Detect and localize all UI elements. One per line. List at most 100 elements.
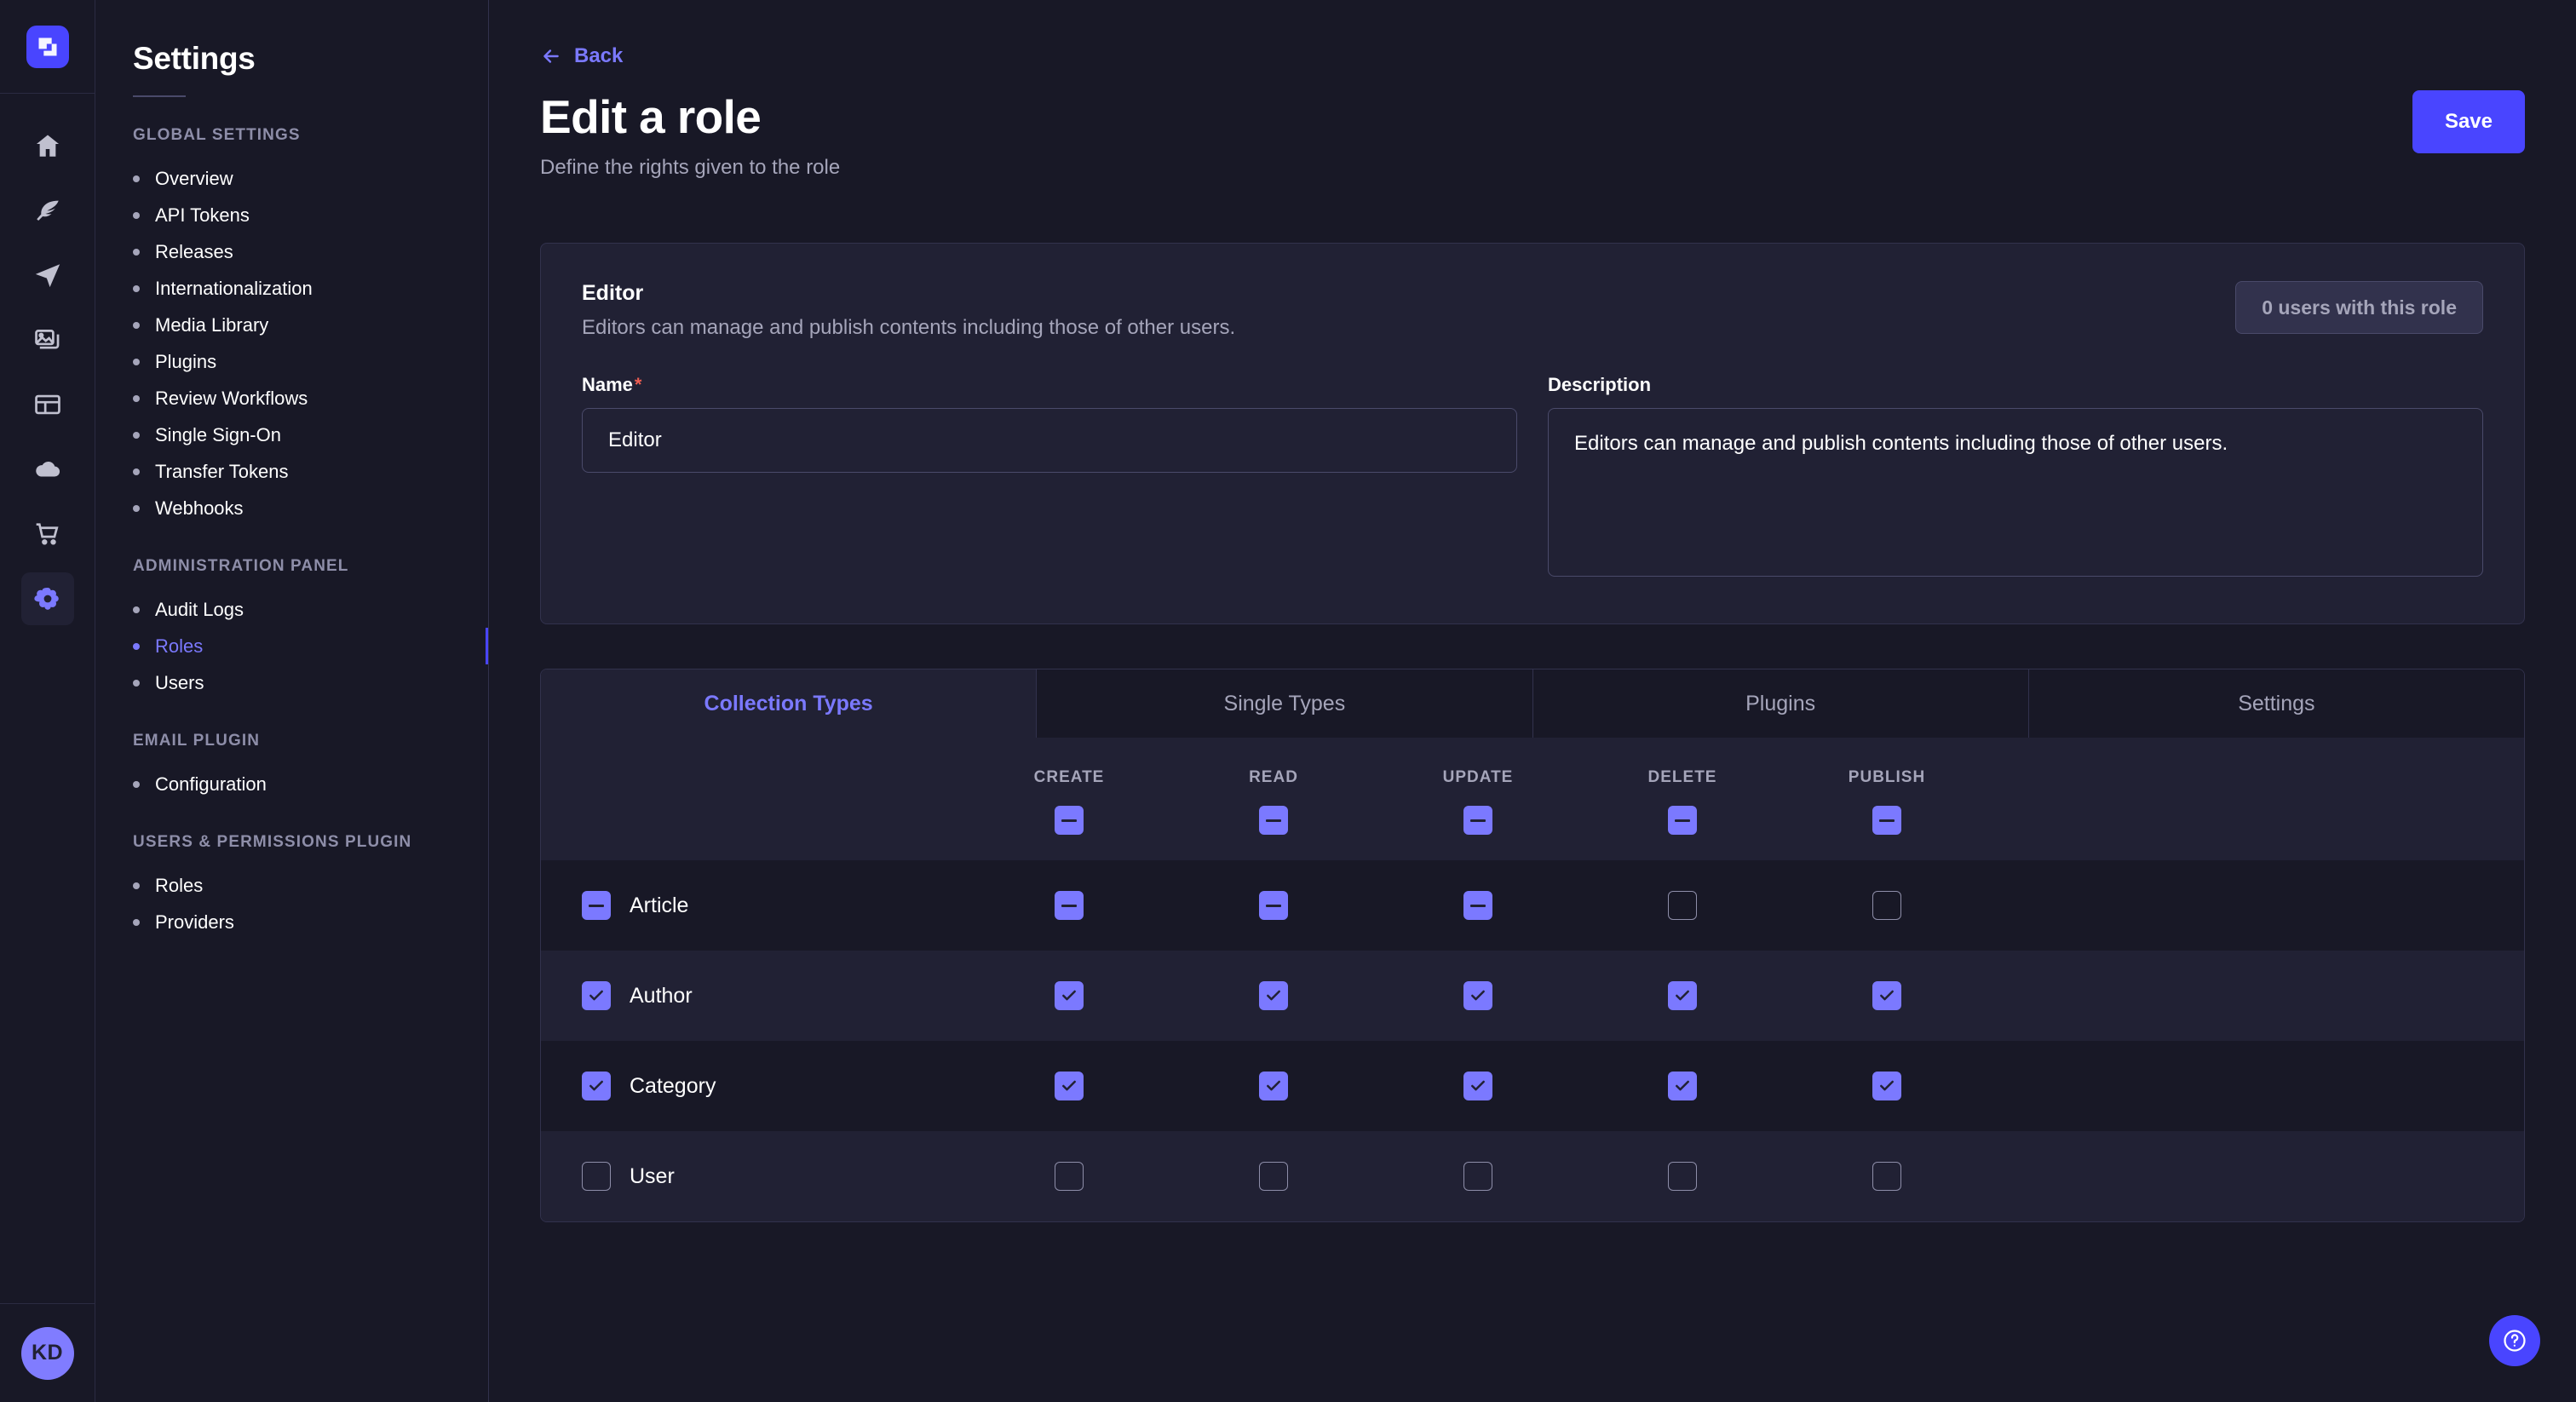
sidebar-item-api-tokens[interactable]: API Tokens — [95, 197, 488, 233]
sidebar-item-single-sign-on[interactable]: Single Sign-On — [95, 417, 488, 453]
row-checkbox-article[interactable] — [582, 891, 611, 920]
checkbox-user-publish[interactable] — [1872, 1162, 1901, 1191]
header-checkbox-read[interactable] — [1259, 806, 1288, 835]
header-checkbox-delete[interactable] — [1668, 806, 1697, 835]
checkbox-category-read[interactable] — [1259, 1072, 1288, 1100]
sidebar-item-plugins[interactable]: Plugins — [95, 343, 488, 380]
check-icon — [588, 987, 605, 1004]
header-checkbox-publish[interactable] — [1872, 806, 1901, 835]
sidebar-title: Settings — [95, 0, 488, 77]
bullet-icon — [133, 175, 140, 182]
tab-plugins[interactable]: Plugins — [1533, 669, 2029, 738]
sidebar-item-label: Transfer Tokens — [155, 461, 289, 483]
sidebar-item-media-library[interactable]: Media Library — [95, 307, 488, 343]
name-field-group: Name* — [582, 374, 1517, 581]
tab-collection-types[interactable]: Collection Types — [541, 669, 1037, 738]
sidebar-group-users-permissions-plugin: Roles Providers — [95, 867, 488, 940]
role-card-header: Editor Editors can manage and publish co… — [582, 281, 2483, 340]
row-checkbox-user[interactable] — [582, 1162, 611, 1191]
row-label: Author — [630, 984, 693, 1008]
checkbox-user-read[interactable] — [1259, 1162, 1288, 1191]
sidebar-item-webhooks[interactable]: Webhooks — [95, 490, 488, 526]
checkbox-user-delete[interactable] — [1668, 1162, 1697, 1191]
checkbox-user-update[interactable] — [1463, 1162, 1492, 1191]
rail-item-content-manager[interactable] — [21, 184, 74, 237]
save-button[interactable]: Save — [2412, 90, 2525, 153]
rail-item-cloud[interactable] — [21, 443, 74, 496]
sidebar-item-label: Plugins — [155, 351, 216, 373]
description-textarea[interactable] — [1548, 408, 2483, 577]
avatar[interactable]: KD — [21, 1327, 74, 1380]
checkbox-user-create[interactable] — [1055, 1162, 1084, 1191]
checkbox-article-create[interactable] — [1055, 891, 1084, 920]
rail-item-settings[interactable] — [21, 572, 74, 625]
checkbox-category-update[interactable] — [1463, 1072, 1492, 1100]
permissions-tablist: Collection Types Single Types Plugins Se… — [541, 669, 2524, 738]
strapi-logo-icon[interactable] — [26, 26, 69, 68]
sidebar-section-label-email-plugin: EMAIL PLUGIN — [95, 732, 488, 750]
name-input[interactable] — [582, 408, 1517, 473]
row-checkbox-author[interactable] — [582, 981, 611, 1010]
users-with-role-badge[interactable]: 0 users with this role — [2235, 281, 2483, 334]
bullet-icon — [133, 781, 140, 788]
role-form-fields: Name* Description — [582, 374, 2483, 581]
sidebar-item-releases[interactable]: Releases — [95, 233, 488, 270]
sidebar-item-overview[interactable]: Overview — [95, 160, 488, 197]
checkbox-article-delete[interactable] — [1668, 891, 1697, 920]
checkbox-category-publish[interactable] — [1872, 1072, 1901, 1100]
sidebar-item-internationalization[interactable]: Internationalization — [95, 270, 488, 307]
tab-settings[interactable]: Settings — [2029, 669, 2524, 738]
checkbox-article-update[interactable] — [1463, 891, 1492, 920]
checkbox-author-create[interactable] — [1055, 981, 1084, 1010]
sidebar-item-label: Releases — [155, 241, 233, 263]
rail-item-content-type-builder[interactable] — [21, 378, 74, 431]
header-checkbox-update[interactable] — [1463, 806, 1492, 835]
sidebar-item-label: API Tokens — [155, 204, 250, 227]
header-checkbox-create[interactable] — [1055, 806, 1084, 835]
rail-item-paper-plane[interactable] — [21, 249, 74, 302]
back-button[interactable]: Back — [540, 44, 623, 68]
action-column-publish: PUBLISH — [1785, 768, 1989, 835]
sidebar-item-label: Webhooks — [155, 497, 244, 520]
sidebar-item-audit-logs[interactable]: Audit Logs — [95, 591, 488, 628]
dash-icon — [1266, 905, 1281, 907]
checkbox-author-update[interactable] — [1463, 981, 1492, 1010]
page-title: Edit a role — [540, 90, 840, 144]
help-button[interactable] — [2489, 1315, 2540, 1366]
sidebar-item-users[interactable]: Users — [95, 664, 488, 701]
sidebar-section-label-administration-panel: ADMINISTRATION PANEL — [95, 557, 488, 576]
sidebar-section-label-global-settings: GLOBAL SETTINGS — [95, 126, 488, 145]
row-checkbox-category[interactable] — [582, 1072, 611, 1100]
sidebar-item-transfer-tokens[interactable]: Transfer Tokens — [95, 453, 488, 490]
sidebar-item-label: Roles — [155, 635, 203, 658]
sidebar-item-providers[interactable]: Providers — [95, 904, 488, 940]
table-row: Article — [541, 860, 2524, 951]
checkbox-article-read[interactable] — [1259, 891, 1288, 920]
rail-item-marketplace[interactable] — [21, 508, 74, 560]
row-subject-author: Author — [541, 981, 967, 1010]
checkbox-author-read[interactable] — [1259, 981, 1288, 1010]
checkbox-author-publish[interactable] — [1872, 981, 1901, 1010]
rail-item-home[interactable] — [21, 119, 74, 172]
checkbox-author-delete[interactable] — [1668, 981, 1697, 1010]
sidebar-item-up-roles[interactable]: Roles — [95, 867, 488, 904]
sidebar-item-label: Review Workflows — [155, 388, 308, 410]
checkbox-category-create[interactable] — [1055, 1072, 1084, 1100]
rail-bottom-section: KD — [0, 1303, 95, 1402]
sidebar-item-review-workflows[interactable]: Review Workflows — [95, 380, 488, 417]
bullet-icon — [133, 432, 140, 439]
checkbox-article-publish[interactable] — [1872, 891, 1901, 920]
sidebar-item-configuration[interactable]: Configuration — [95, 766, 488, 802]
role-name-heading: Editor — [582, 281, 1235, 306]
sidebar-group-administration-panel: Audit Logs Roles Users — [95, 591, 488, 701]
sidebar-item-roles[interactable]: Roles — [95, 628, 488, 664]
sidebar-item-label: Single Sign-On — [155, 424, 281, 446]
rail-item-media-library[interactable] — [21, 313, 74, 366]
checkbox-category-delete[interactable] — [1668, 1072, 1697, 1100]
cell-user-read — [1171, 1162, 1376, 1191]
description-label-text: Description — [1548, 374, 1651, 396]
tab-single-types[interactable]: Single Types — [1037, 669, 1532, 738]
sidebar-item-label: Audit Logs — [155, 599, 244, 621]
dash-icon — [1061, 819, 1077, 822]
action-label-delete: DELETE — [1648, 768, 1717, 787]
